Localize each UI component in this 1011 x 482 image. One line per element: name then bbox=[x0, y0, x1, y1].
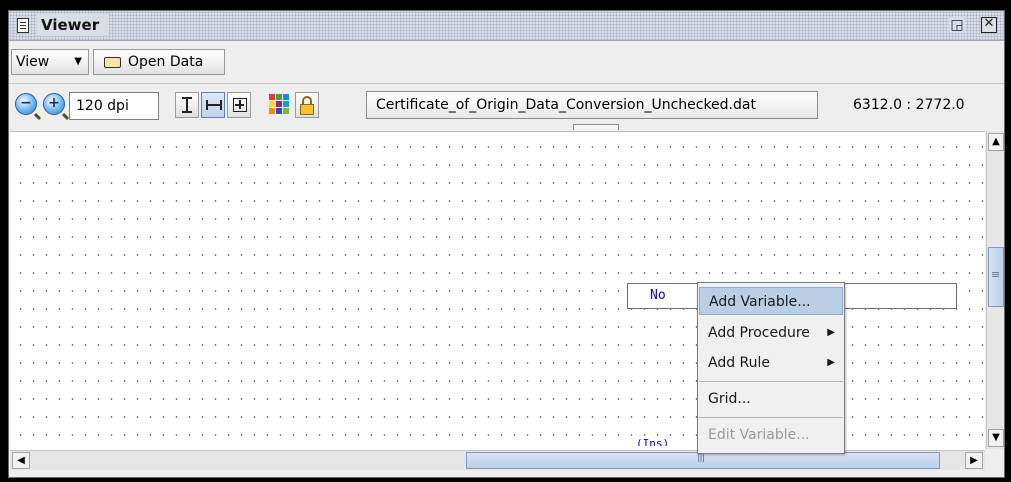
scroll-down-icon[interactable]: ▼ bbox=[988, 429, 1004, 447]
document-icon bbox=[17, 18, 29, 33]
palette-swatch bbox=[276, 94, 282, 100]
menu-item-edit-variable: Edit Variable... bbox=[699, 421, 843, 449]
open-data-label: Open Data bbox=[128, 54, 204, 70]
variable-value: No bbox=[650, 288, 666, 303]
restore-window-icon[interactable]: ◲ bbox=[949, 17, 965, 33]
viewer-window: Viewer ◲ ✕ View ▼ Open Data − + 120 dpi … bbox=[8, 10, 1005, 478]
palette-swatch bbox=[276, 108, 282, 114]
coordinate-readout: 6312.0 : 2772.0 bbox=[853, 97, 965, 113]
fit-width-icon bbox=[206, 100, 222, 110]
ruler-marker bbox=[573, 124, 619, 130]
palette-swatch bbox=[283, 101, 289, 107]
submenu-arrow-icon: ▶ bbox=[827, 327, 835, 338]
palette-swatch bbox=[269, 94, 275, 100]
title-bar[interactable]: Viewer ◲ ✕ bbox=[9, 11, 1004, 41]
scroll-left-icon[interactable]: ◀ bbox=[12, 452, 30, 469]
context-menu: Add Variable... Add Procedure ▶ Add Rule… bbox=[697, 282, 845, 454]
window-title: Viewer bbox=[37, 14, 110, 36]
vertical-scrollbar[interactable]: ▲ ▼ bbox=[986, 131, 1004, 449]
open-data-button[interactable]: Open Data bbox=[93, 49, 225, 75]
lock-button[interactable] bbox=[295, 92, 319, 118]
fit-page-button[interactable] bbox=[227, 92, 251, 118]
menu-item-grid[interactable]: Grid... bbox=[699, 385, 843, 413]
view-menu-label: View bbox=[16, 54, 50, 70]
menu-bar: View ▼ Open Data bbox=[9, 41, 1004, 84]
toolbar: − + 120 dpi Certificate_of_Origin_Data_C… bbox=[9, 84, 1004, 130]
horizontal-scroll-thumb[interactable] bbox=[466, 452, 940, 469]
menu-item-add-rule[interactable]: Add Rule ▶ bbox=[699, 349, 843, 377]
vertical-scroll-thumb[interactable] bbox=[988, 247, 1004, 307]
close-window-icon[interactable]: ✕ bbox=[981, 17, 997, 33]
zoom-out-icon[interactable]: − bbox=[15, 93, 37, 115]
color-palette-icon[interactable] bbox=[269, 94, 289, 114]
palette-swatch bbox=[276, 101, 282, 107]
fit-page-icon bbox=[233, 98, 247, 112]
fit-height-button[interactable] bbox=[175, 92, 199, 118]
view-menu-button[interactable]: View ▼ bbox=[11, 49, 89, 75]
menu-separator bbox=[699, 381, 843, 382]
dpi-field[interactable]: 120 dpi bbox=[69, 92, 159, 120]
folder-icon bbox=[104, 57, 121, 68]
scroll-up-icon[interactable]: ▲ bbox=[988, 133, 1004, 151]
menu-item-label: Edit Variable... bbox=[708, 427, 810, 443]
palette-swatch bbox=[283, 108, 289, 114]
fit-height-icon bbox=[182, 97, 192, 113]
filename-field[interactable]: Certificate_of_Origin_Data_Conversion_Un… bbox=[366, 91, 818, 119]
palette-swatch bbox=[269, 108, 275, 114]
palette-swatch bbox=[283, 94, 289, 100]
menu-item-add-variable[interactable]: Add Variable... bbox=[699, 287, 843, 315]
menu-item-label: Add Rule bbox=[708, 355, 771, 371]
scroll-right-icon[interactable]: ▶ bbox=[965, 452, 983, 469]
menu-item-add-procedure[interactable]: Add Procedure ▶ bbox=[699, 319, 843, 347]
zoom-in-icon[interactable]: + bbox=[43, 93, 65, 115]
fit-width-button[interactable] bbox=[201, 92, 225, 118]
menu-item-label: Grid... bbox=[708, 391, 751, 407]
palette-swatch bbox=[269, 101, 275, 107]
submenu-arrow-icon: ▶ bbox=[827, 357, 835, 368]
partial-field-label: (Ins) bbox=[636, 438, 670, 446]
menu-item-label: Add Procedure bbox=[708, 325, 810, 341]
scroll-corner bbox=[986, 450, 1004, 470]
chevron-down-icon: ▼ bbox=[74, 56, 82, 67]
menu-item-label: Add Variable... bbox=[709, 294, 811, 310]
menu-separator bbox=[699, 417, 843, 418]
